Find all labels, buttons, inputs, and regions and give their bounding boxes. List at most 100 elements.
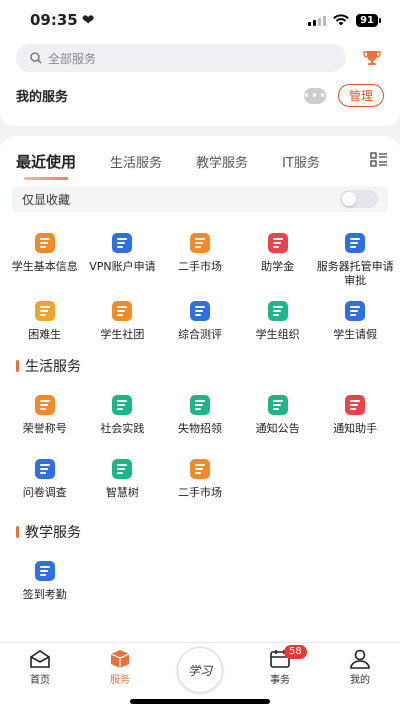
- ticket-icon: [265, 230, 291, 256]
- checkin-icon: [32, 558, 58, 584]
- market-icon: [187, 230, 213, 256]
- services-panel: 最近使用 生活服务 教学服务 IT服务 仅显收藏 学生基本信息 VPN账户申请 二手…: [0, 136, 400, 642]
- section-teach-label: 教学服务: [25, 525, 81, 541]
- favorites-filter: 仅显收藏: [12, 186, 388, 212]
- service-item-label: 荣誉称号: [22, 422, 67, 435]
- section-life-label: 生活服务: [25, 359, 81, 375]
- box-icon: [110, 650, 130, 668]
- status-time: 09:35 ❤: [30, 11, 94, 29]
- service-item-label: 助学金: [261, 260, 295, 273]
- status-indicators: 91: [308, 13, 381, 27]
- tab-life[interactable]: 生活服务: [110, 152, 162, 171]
- tabbar-affairs-label: 事务: [270, 675, 290, 686]
- more-icon[interactable]: •••: [303, 87, 326, 104]
- service-item[interactable]: 二手市场: [161, 230, 239, 288]
- service-item[interactable]: 学生请假: [316, 298, 394, 342]
- favorites-label: 仅显收藏: [22, 192, 71, 207]
- favorites-toggle[interactable]: [340, 190, 378, 208]
- section-life-title: 生活服务: [0, 356, 400, 376]
- wifi-icon: [333, 14, 349, 26]
- status-bar: 09:35 ❤ 91: [0, 0, 400, 40]
- battery-icon: 91: [356, 13, 381, 27]
- notice-icon: [265, 392, 291, 418]
- my-services-title: 我的服务: [16, 90, 69, 105]
- service-item[interactable]: VPN账户申请: [84, 230, 162, 288]
- grid-menu-icon[interactable]: [370, 152, 388, 168]
- search-placeholder: 全部服务: [48, 51, 97, 66]
- search-input[interactable]: 全部服务: [16, 44, 346, 72]
- service-item[interactable]: 智慧树: [84, 456, 162, 500]
- service-item-label: 失物招领: [177, 422, 222, 435]
- service-item[interactable]: 二手市场: [161, 456, 239, 500]
- study-logo: 学习: [177, 647, 223, 693]
- club-icon: [109, 298, 135, 324]
- survey-icon: [32, 456, 58, 482]
- service-item-label: 学生基本信息: [11, 260, 78, 273]
- manage-button[interactable]: 管理: [337, 84, 384, 107]
- top-card: 全部服务 我的服务 ••• 管理: [0, 40, 400, 126]
- tabbar-mine[interactable]: 我的: [330, 649, 390, 711]
- service-item-label: 通知公告: [255, 422, 300, 435]
- section-teach-title: 教学服务: [0, 522, 400, 542]
- service-item-label: 社会实践: [100, 422, 145, 435]
- affairs-badge: 58: [284, 645, 307, 659]
- service-item[interactable]: 学生社团: [84, 298, 162, 342]
- student-info-icon: [32, 230, 58, 256]
- signal-icon: [308, 15, 327, 26]
- my-services-row: 我的服务 ••• 管理: [16, 84, 384, 107]
- service-item-label: 二手市场: [177, 260, 222, 273]
- service-item[interactable]: 学生组织: [239, 298, 317, 342]
- service-item-label: 二手市场: [177, 486, 222, 499]
- service-item-label: 智慧树: [105, 486, 139, 499]
- server-icon: [342, 230, 368, 256]
- user-icon: [350, 649, 370, 669]
- service-item-label: 困难生: [28, 328, 62, 341]
- home-icon: [30, 650, 50, 668]
- lost-found-icon: [187, 392, 213, 418]
- service-item[interactable]: 通知公告: [239, 392, 317, 436]
- tab-it[interactable]: IT服务: [282, 152, 320, 171]
- tabbar-mine-label: 我的: [350, 675, 370, 686]
- service-item[interactable]: 荣誉称号: [6, 392, 84, 436]
- heart-icon: ❤: [81, 11, 95, 29]
- life-grid: 荣誉称号 社会实践 失物招领 通知公告 通知助手问卷调查 智慧树 二手市场: [0, 392, 400, 500]
- service-item[interactable]: 签到考勤: [6, 558, 84, 602]
- notify-helper-icon: [342, 392, 368, 418]
- service-item[interactable]: 问卷调查: [6, 456, 84, 500]
- service-item-label: 综合测评: [177, 328, 222, 341]
- clock-text: 09:35: [30, 11, 78, 29]
- service-tabs: 最近使用 生活服务 教学服务 IT服务: [0, 146, 400, 180]
- service-item-label: VPN账户申请: [89, 260, 156, 273]
- service-item[interactable]: 学生基本信息: [6, 230, 84, 288]
- service-item-label: 服务器托管申请审批: [316, 260, 394, 287]
- service-item-label: 学生请假: [333, 328, 378, 341]
- service-item-label: 问卷调查: [22, 486, 67, 499]
- recent-grid: 学生基本信息 VPN账户申请 二手市场 助学金 服务器托管申请审批困难生 学生社团 综合测评…: [0, 230, 400, 342]
- evaluation-icon: [187, 298, 213, 324]
- vpn-icon: [109, 230, 135, 256]
- practice-icon: [109, 392, 135, 418]
- trophy-icon[interactable]: [360, 46, 384, 70]
- service-item[interactable]: 综合测评: [161, 298, 239, 342]
- service-item[interactable]: 失物招领: [161, 392, 239, 436]
- honor-icon: [32, 392, 58, 418]
- service-item[interactable]: 社会实践: [84, 392, 162, 436]
- service-item-label: 签到考勤: [22, 588, 67, 601]
- tabbar-home-label: 首页: [30, 675, 50, 686]
- organization-icon: [265, 298, 291, 324]
- home-indicator: [130, 699, 270, 704]
- tab-teaching[interactable]: 教学服务: [196, 152, 248, 171]
- service-item[interactable]: 困难生: [6, 298, 84, 342]
- service-item[interactable]: 助学金: [239, 230, 317, 288]
- service-item[interactable]: 通知助手: [316, 392, 394, 436]
- leave-icon: [342, 298, 368, 324]
- tab-recent[interactable]: 最近使用: [16, 151, 76, 180]
- tabbar-home[interactable]: 首页: [10, 649, 70, 711]
- tabbar-service-label: 服务: [110, 675, 130, 686]
- person-icon: [32, 298, 58, 324]
- teach-grid: 签到考勤: [0, 558, 400, 602]
- service-item[interactable]: 服务器托管申请审批: [316, 230, 394, 288]
- service-item-label: 学生社团: [100, 328, 145, 341]
- search-icon: [30, 52, 42, 64]
- market-icon: [187, 456, 213, 482]
